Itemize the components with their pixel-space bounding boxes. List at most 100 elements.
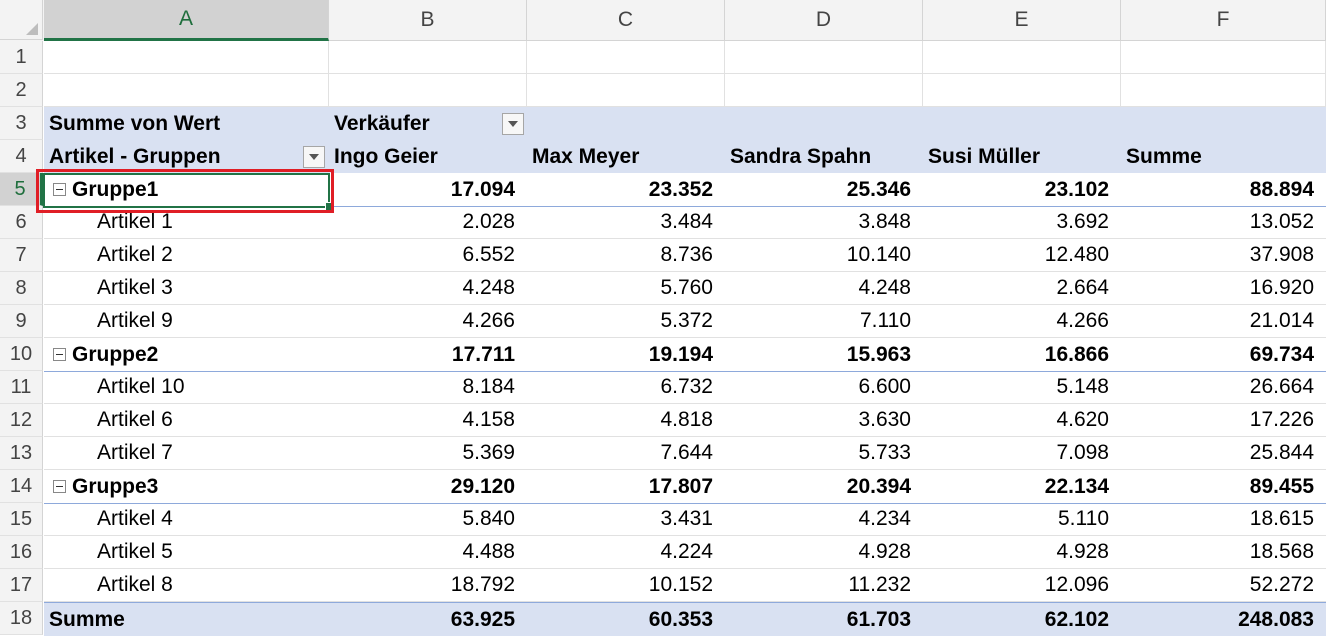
row-header-16[interactable]: 16 <box>0 536 43 569</box>
pivot-item-value[interactable]: 5.733 <box>725 437 923 470</box>
pivot-grand-total-label[interactable]: Summe <box>44 603 329 636</box>
pivot-item-value[interactable]: 2.028 <box>329 206 527 239</box>
pivot-group-label[interactable]: Gruppe2 <box>44 338 329 371</box>
cell-d2[interactable] <box>725 74 923 107</box>
pivot-item-value[interactable]: 5.760 <box>527 272 725 305</box>
pivot-item-value[interactable]: 5.372 <box>527 305 725 338</box>
cell-c1[interactable] <box>527 41 725 74</box>
pivot-item-value[interactable]: 7.110 <box>725 305 923 338</box>
row-header-3[interactable]: 3 <box>0 107 43 140</box>
pivot-item-label[interactable]: Artikel 9 <box>44 305 329 338</box>
row-header-8[interactable]: 8 <box>0 272 43 305</box>
filter-dropdown-button[interactable] <box>303 146 325 168</box>
pivot-item-value[interactable]: 18.792 <box>329 569 527 602</box>
cell-d3[interactable] <box>725 107 923 140</box>
pivot-item-value[interactable]: 16.920 <box>1121 272 1326 305</box>
column-header-d[interactable]: D <box>725 0 923 41</box>
pivot-item-value[interactable]: 26.664 <box>1121 371 1326 404</box>
pivot-group-value[interactable]: 20.394 <box>725 470 923 503</box>
pivot-item-label[interactable]: Artikel 7 <box>44 437 329 470</box>
pivot-item-value[interactable]: 3.630 <box>725 404 923 437</box>
pivot-item-label[interactable]: Artikel 10 <box>44 371 329 404</box>
row-header-15[interactable]: 15 <box>0 503 43 536</box>
column-header-b[interactable]: B <box>329 0 527 41</box>
pivot-group-value[interactable]: 25.346 <box>725 173 923 206</box>
pivot-item-value[interactable]: 4.928 <box>725 536 923 569</box>
pivot-item-value[interactable]: 6.600 <box>725 371 923 404</box>
pivot-item-value[interactable]: 6.552 <box>329 239 527 272</box>
pivot-item-value[interactable]: 18.615 <box>1121 503 1326 536</box>
pivot-item-value[interactable]: 3.484 <box>527 206 725 239</box>
pivot-row-field[interactable]: Artikel - Gruppen <box>44 140 329 173</box>
pivot-item-value[interactable]: 4.266 <box>329 305 527 338</box>
pivot-item-value[interactable]: 3.692 <box>923 206 1121 239</box>
cell-c3[interactable] <box>527 107 725 140</box>
pivot-item-value[interactable]: 4.620 <box>923 404 1121 437</box>
pivot-item-value[interactable]: 5.148 <box>923 371 1121 404</box>
pivot-item-value[interactable]: 4.248 <box>329 272 527 305</box>
pivot-seller-header[interactable]: Max Meyer <box>527 140 725 173</box>
pivot-grand-total-value[interactable]: 63.925 <box>329 603 527 636</box>
pivot-item-value[interactable]: 5.840 <box>329 503 527 536</box>
pivot-item-value[interactable]: 11.232 <box>725 569 923 602</box>
pivot-item-value[interactable]: 3.431 <box>527 503 725 536</box>
cell-f2[interactable] <box>1121 74 1326 107</box>
pivot-grand-total-value[interactable]: 61.703 <box>725 603 923 636</box>
filter-dropdown-button[interactable] <box>502 113 524 135</box>
pivot-item-label[interactable]: Artikel 1 <box>44 206 329 239</box>
pivot-item-value[interactable]: 10.152 <box>527 569 725 602</box>
cell-b1[interactable] <box>329 41 527 74</box>
pivot-item-value[interactable]: 8.736 <box>527 239 725 272</box>
pivot-item-value[interactable]: 4.266 <box>923 305 1121 338</box>
pivot-item-value[interactable]: 10.140 <box>725 239 923 272</box>
pivot-item-value[interactable]: 7.098 <box>923 437 1121 470</box>
pivot-group-value[interactable]: 88.894 <box>1121 173 1326 206</box>
pivot-seller-header[interactable]: Susi Müller <box>923 140 1121 173</box>
pivot-seller-header[interactable]: Sandra Spahn <box>725 140 923 173</box>
select-all-button[interactable] <box>0 0 43 40</box>
row-header-17[interactable]: 17 <box>0 569 43 602</box>
pivot-column-field[interactable]: Verkäufer <box>329 107 527 140</box>
cell-a2[interactable] <box>44 74 329 107</box>
pivot-item-value[interactable]: 4.248 <box>725 272 923 305</box>
pivot-seller-header[interactable]: Ingo Geier <box>329 140 527 173</box>
row-header-4[interactable]: 4 <box>0 140 43 173</box>
row-header-6[interactable]: 6 <box>0 206 43 239</box>
pivot-item-value[interactable]: 37.908 <box>1121 239 1326 272</box>
cell-b2[interactable] <box>329 74 527 107</box>
column-header-a[interactable]: A <box>44 0 329 41</box>
collapse-icon[interactable] <box>53 348 66 361</box>
pivot-item-value[interactable]: 4.234 <box>725 503 923 536</box>
cell-c2[interactable] <box>527 74 725 107</box>
pivot-item-value[interactable]: 5.110 <box>923 503 1121 536</box>
row-header-11[interactable]: 11 <box>0 371 43 404</box>
cell-e3[interactable] <box>923 107 1121 140</box>
row-header-13[interactable]: 13 <box>0 437 43 470</box>
pivot-group-value[interactable]: 17.807 <box>527 470 725 503</box>
pivot-item-value[interactable]: 4.488 <box>329 536 527 569</box>
column-header-e[interactable]: E <box>923 0 1121 41</box>
row-header-18[interactable]: 18 <box>0 602 43 635</box>
cell-f3[interactable] <box>1121 107 1326 140</box>
pivot-total-header[interactable]: Summe <box>1121 140 1326 173</box>
row-header-12[interactable]: 12 <box>0 404 43 437</box>
row-header-10[interactable]: 10 <box>0 338 43 371</box>
collapse-icon[interactable] <box>53 183 66 196</box>
pivot-grand-total-value[interactable]: 248.083 <box>1121 603 1326 636</box>
pivot-group-value[interactable]: 17.094 <box>329 173 527 206</box>
pivot-item-label[interactable]: Artikel 5 <box>44 536 329 569</box>
pivot-item-value[interactable]: 21.014 <box>1121 305 1326 338</box>
pivot-item-value[interactable]: 52.272 <box>1121 569 1326 602</box>
pivot-item-value[interactable]: 12.480 <box>923 239 1121 272</box>
cell-d1[interactable] <box>725 41 923 74</box>
column-header-f[interactable]: F <box>1121 0 1326 41</box>
pivot-group-value[interactable]: 22.134 <box>923 470 1121 503</box>
pivot-grand-total-value[interactable]: 60.353 <box>527 603 725 636</box>
cell-e2[interactable] <box>923 74 1121 107</box>
pivot-item-value[interactable]: 3.848 <box>725 206 923 239</box>
pivot-group-value[interactable]: 19.194 <box>527 338 725 371</box>
pivot-item-label[interactable]: Artikel 4 <box>44 503 329 536</box>
pivot-value-label[interactable]: Summe von Wert <box>44 107 329 140</box>
pivot-grand-total-value[interactable]: 62.102 <box>923 603 1121 636</box>
pivot-group-label[interactable]: Gruppe3 <box>44 470 329 503</box>
